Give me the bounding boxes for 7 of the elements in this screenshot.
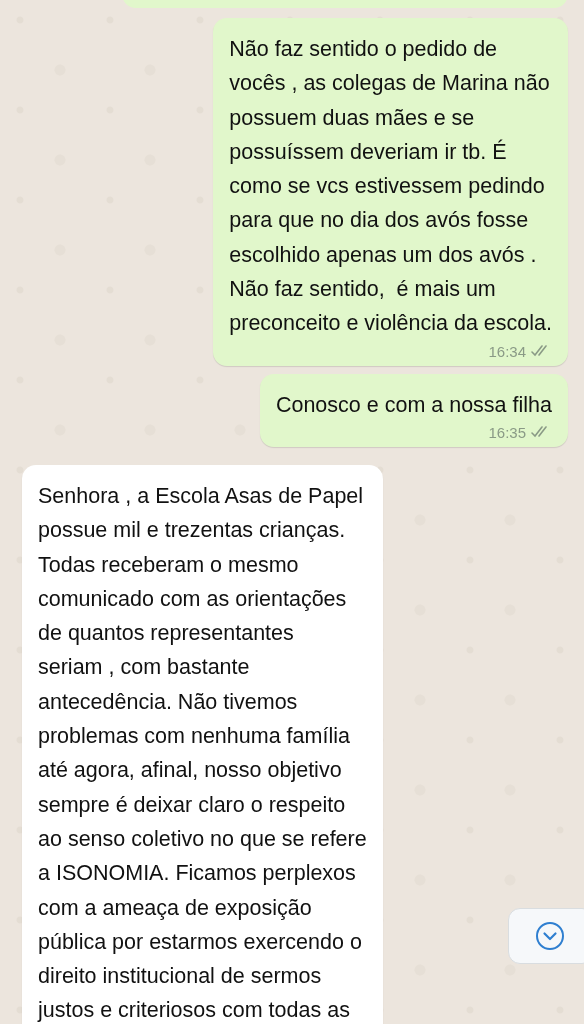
message-text: Conosco e com a nossa filha [275, 391, 552, 419]
message-time: 16:34 [488, 342, 526, 360]
chevron-down-icon [535, 921, 565, 951]
scroll-down-button[interactable] [508, 908, 584, 964]
message-time: 16:35 [488, 423, 526, 441]
message-text: Senhora , a Escola Asas de Papel possue mil e trezentas crianças. Todas receberam o mesmo comunicado com as orientações de quantos representantes seriam , com bastante antecedência. Não tivemos problemas com nenhuma família até agora, afinal, nosso objetivo sempre é deixar claro o respeito ao senso coletivo no que se refere a ISONOMIA. Ficamos perplexos com a ameaça de exposição pública por estarmos exercendo o direito institucional de sermos justos e criteriosos com todas as [38, 482, 367, 1024]
message-text: Não faz sentido o pedido de vocês , as colegas de Marina não possuem duas mães e se possuíssem deveriam ir tb. É como se vcs estivessem pedindo para que no dia dos avós fosse escolhido apenas um dos avós . Não faz sentido, é mais um preconceito e violência da escola. [229, 36, 552, 338]
